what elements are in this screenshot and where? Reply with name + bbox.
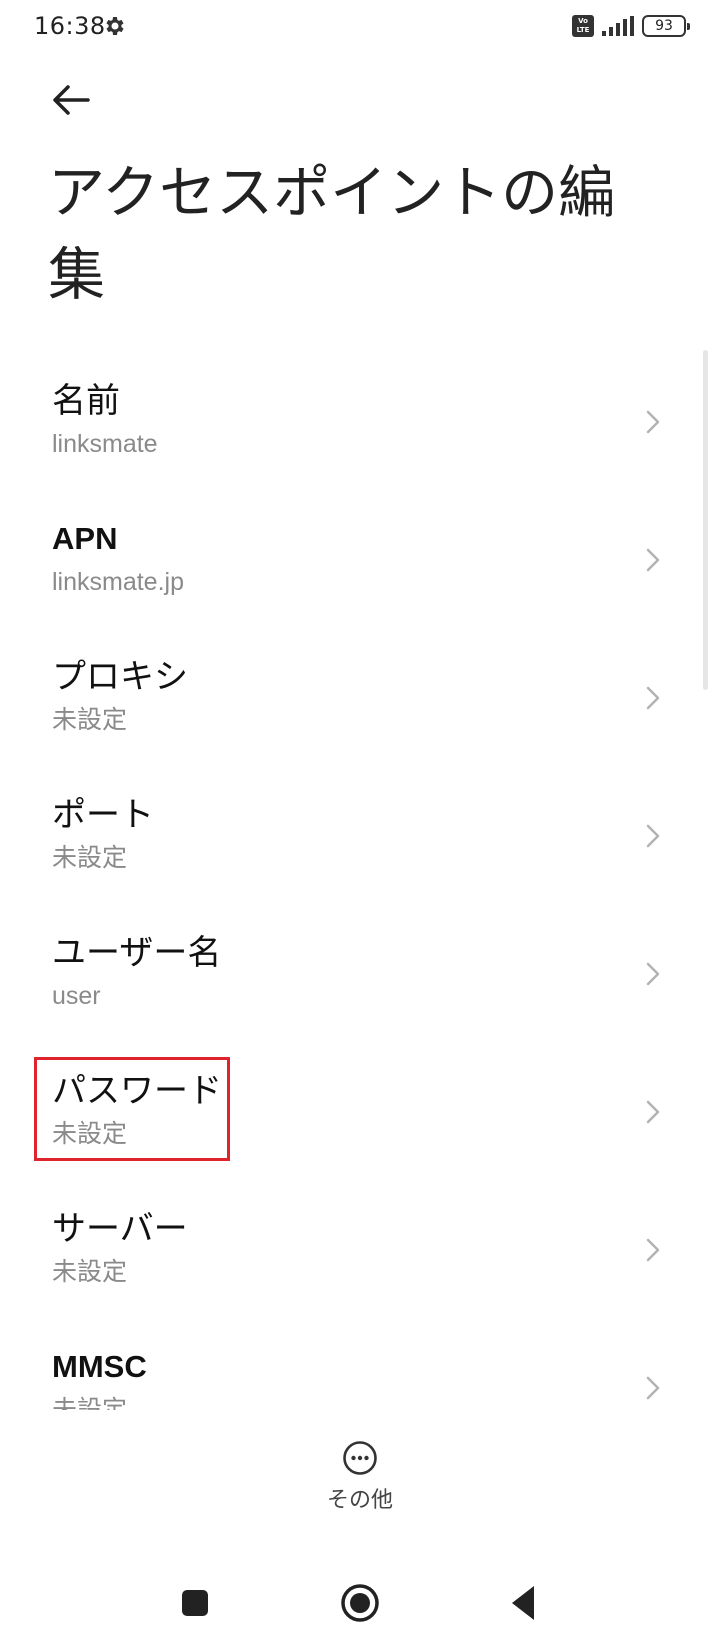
signal-icon <box>602 16 634 36</box>
setting-label: 名前 <box>52 381 120 421</box>
chevron-right-icon <box>646 548 660 572</box>
setting-label: プロキシ <box>52 657 188 697</box>
more-button[interactable]: その他 <box>310 1440 410 1520</box>
setting-item-mmsc[interactable]: MMSC 未設定 <box>0 1316 720 1410</box>
gear-icon <box>106 17 124 35</box>
setting-item-username[interactable]: ユーザー名 user <box>0 902 720 1040</box>
setting-value: 未設定 <box>52 706 128 734</box>
back-triangle-icon[interactable] <box>502 1580 548 1626</box>
more-horizontal-circle-icon <box>343 1441 377 1475</box>
setting-item-apn[interactable]: APN linksmate.jp <box>0 488 720 626</box>
navigation-bar <box>0 1560 720 1650</box>
status-bar: 16:38 Vo LTE 93 <box>0 0 720 56</box>
chevron-right-icon <box>646 410 660 434</box>
settings-list: 名前 linksmate APN linksmate.jp プロキシ 未設定 ポ… <box>0 350 720 1410</box>
setting-item-server[interactable]: サーバー 未設定 <box>0 1178 720 1316</box>
setting-label: サーバー <box>52 1209 188 1249</box>
status-icons: Vo LTE 93 <box>572 14 690 38</box>
chevron-right-icon <box>646 686 660 710</box>
chevron-right-icon <box>646 1238 660 1262</box>
setting-item-proxy[interactable]: プロキシ 未設定 <box>0 626 720 764</box>
setting-label: ポート <box>52 795 154 835</box>
setting-value: 未設定 <box>52 1120 128 1148</box>
chevron-right-icon <box>646 1376 660 1400</box>
battery-icon: 93 <box>642 15 690 37</box>
setting-value: 未設定 <box>52 1258 128 1286</box>
chevron-right-icon <box>646 1100 660 1124</box>
setting-value: 未設定 <box>52 1396 128 1410</box>
recents-square-icon[interactable] <box>172 1580 218 1626</box>
chevron-right-icon <box>646 962 660 986</box>
setting-item-password[interactable]: パスワード 未設定 <box>0 1040 720 1178</box>
setting-value: linksmate <box>52 430 158 458</box>
setting-label: パスワード <box>52 1071 222 1111</box>
chevron-right-icon <box>646 824 660 848</box>
more-label: その他 <box>326 1488 393 1513</box>
page-title: アクセスポイントの編集 <box>48 160 616 308</box>
setting-item-name[interactable]: 名前 linksmate <box>0 350 720 488</box>
setting-value: 未設定 <box>52 844 128 872</box>
setting-value: linksmate.jp <box>52 568 184 596</box>
volte-icon: Vo LTE <box>572 15 594 37</box>
setting-label: ユーザー名 <box>52 933 222 973</box>
setting-label: APN <box>52 521 118 556</box>
setting-item-port[interactable]: ポート 未設定 <box>0 764 720 902</box>
status-time: 16:38 <box>34 12 106 40</box>
setting-label: MMSC <box>52 1349 147 1384</box>
setting-value: user <box>52 982 101 1010</box>
home-circle-icon[interactable] <box>337 1580 383 1626</box>
back-arrow-icon[interactable] <box>48 78 98 122</box>
